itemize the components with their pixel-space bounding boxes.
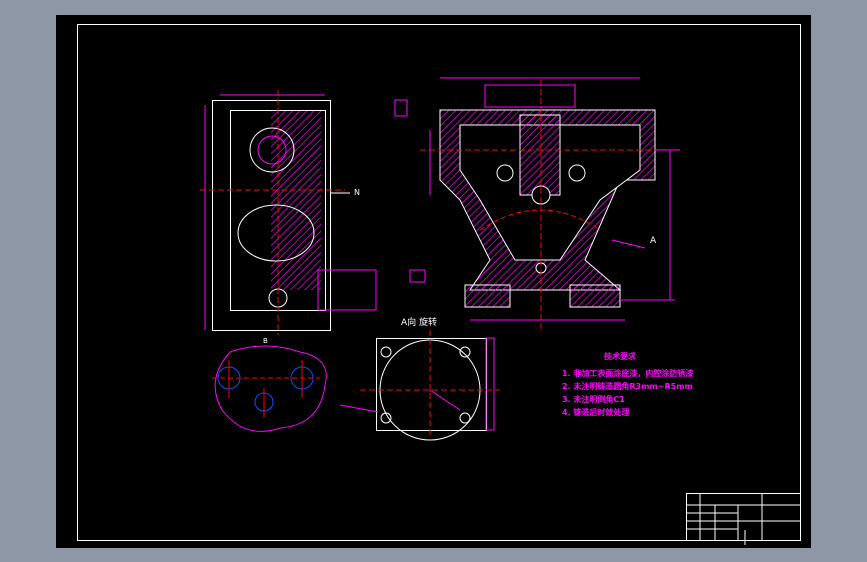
requirement-item: 4. 铸造后时效处理 (562, 408, 630, 417)
front-section-view (394, 77, 680, 330)
requirement-item: 2. 未注明铸造圆角R3mm~R5mm (562, 382, 693, 391)
side-view (200, 90, 377, 335)
arrow-a-label: A (650, 236, 657, 246)
drawing-canvas[interactable]: A向 旋转 A N B 技术要求 1. 非加工表面涂底漆，内腔涂防锈漆 2. 未… (56, 15, 811, 548)
requirement-item: 1. 非加工表面涂底漆，内腔涂防锈漆 (562, 369, 694, 378)
requirements-title: 技术要求 (604, 352, 636, 361)
section-b-label: B (263, 337, 268, 345)
a-view (339, 330, 500, 441)
title-block (686, 493, 801, 545)
drawing-border (77, 24, 801, 541)
arrow-n-label: N (354, 188, 360, 197)
requirement-item: 3. 未注明倒角C1 (562, 395, 625, 404)
section-a-label: A向 旋转 (401, 318, 438, 328)
b-view (212, 345, 327, 432)
cad-drawing (77, 24, 801, 545)
